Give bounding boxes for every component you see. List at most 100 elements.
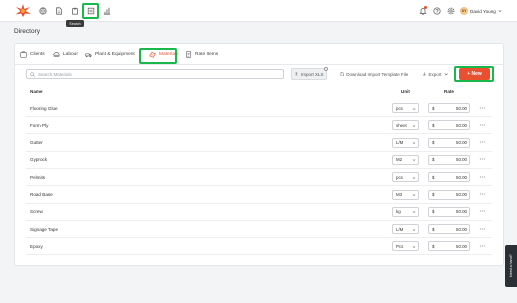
- material-name: Road Base: [30, 192, 53, 197]
- rate-value: 50.00: [456, 105, 467, 111]
- chevron-down-icon: [412, 246, 416, 248]
- chevron-down-icon: [412, 211, 416, 214]
- rate-value: 50.00: [456, 209, 467, 215]
- import-badge: [324, 67, 328, 71]
- unit-select[interactable]: sheet: [392, 120, 419, 131]
- rate-value: 50.00: [456, 122, 467, 128]
- rate-input[interactable]: $50.00: [428, 120, 470, 131]
- chevron-down-icon: [412, 194, 416, 196]
- rate-input[interactable]: $50.00: [428, 241, 470, 252]
- unit-select[interactable]: kg: [392, 206, 419, 217]
- tab-label: Plant & Equipment: [95, 51, 135, 57]
- table-row[interactable]: Signage Tape L/M $50.00 ⋯: [26, 221, 492, 239]
- unit-value: Pcs: [396, 243, 404, 249]
- rate-value: 50.00: [456, 243, 467, 249]
- column-header-rate: Rate: [444, 89, 454, 94]
- table-row[interactable]: Pelmits pcs $50.00 ⋯: [26, 169, 492, 187]
- plant-equipment-icon: [85, 52, 92, 57]
- material-name: Flooring Glue: [30, 105, 58, 111]
- tab-labour[interactable]: Labour: [49, 46, 83, 62]
- table-row[interactable]: Screw kg $50.00 ⋯: [26, 204, 492, 221]
- more-options-icon[interactable]: ⋯: [478, 241, 486, 251]
- more-options-icon[interactable]: ⋯: [478, 138, 486, 148]
- export-button[interactable]: Export: [420, 68, 450, 80]
- materials-tab-highlight: [139, 48, 177, 64]
- currency-symbol: $: [432, 140, 435, 146]
- unit-select[interactable]: L/M: [392, 224, 419, 235]
- currency-symbol: $: [432, 174, 435, 180]
- rate-input[interactable]: $50.00: [428, 172, 470, 183]
- currency-symbol: $: [432, 192, 435, 197]
- table-row[interactable]: Flooring Glue pcs $50.00 ⋯: [26, 100, 492, 117]
- more-options-icon[interactable]: ⋯: [478, 172, 486, 182]
- more-options-icon[interactable]: ⋯: [478, 224, 486, 234]
- rate-input[interactable]: $50.00: [428, 224, 470, 235]
- unit-select[interactable]: pcs: [392, 172, 419, 183]
- globe-icon[interactable]: [38, 6, 48, 16]
- more-options-icon[interactable]: ⋯: [478, 103, 486, 113]
- user-menu[interactable]: DY David Young: [460, 6, 502, 16]
- tab-plant-equipment[interactable]: Plant & Equipment: [83, 46, 139, 62]
- clipboard-icon[interactable]: [70, 6, 80, 16]
- more-options-icon[interactable]: ⋯: [478, 190, 486, 200]
- material-name: Gyprock: [30, 157, 48, 163]
- rate-input[interactable]: $50.00: [428, 189, 470, 200]
- material-name: Pelmits: [30, 174, 46, 180]
- directory-tabs: Clients Labour Plant & Equipment Materia…: [16, 46, 221, 62]
- document-icon[interactable]: [54, 6, 64, 16]
- import-label: Import XLS: [300, 71, 324, 77]
- unit-select[interactable]: Pcs: [392, 241, 419, 252]
- unit-value: L/M: [396, 226, 404, 232]
- unit-select[interactable]: pcs: [392, 103, 419, 113]
- table-row[interactable]: Epoxy Pcs $50.00 ⋯: [26, 238, 492, 256]
- search-input[interactable]: Search Materials: [26, 69, 284, 79]
- top-navigation-bar: Search DY David Young: [0, 0, 517, 27]
- table-row[interactable]: Form Ply sheet $50.00 ⋯: [26, 117, 492, 135]
- reports-icon[interactable]: [102, 6, 112, 16]
- currency-symbol: $: [432, 209, 435, 215]
- unit-value: sheet: [396, 122, 407, 128]
- table-row[interactable]: Road Base M3 $50.00 ⋯: [26, 187, 492, 204]
- material-name: Signage Tape: [30, 226, 59, 232]
- table-row[interactable]: Gutter L/M $50.00 ⋯: [26, 135, 492, 152]
- import-xls-button[interactable]: Import XLS: [291, 68, 327, 80]
- more-options-icon[interactable]: ⋯: [478, 207, 486, 217]
- gear-icon[interactable]: [446, 6, 455, 15]
- chevron-down-icon: [412, 228, 416, 231]
- rate-input[interactable]: $50.00: [428, 103, 470, 113]
- material-name: Epoxy: [30, 243, 43, 249]
- template-label: Download Import Template File: [346, 71, 409, 77]
- unit-select[interactable]: M3: [392, 189, 419, 200]
- rate-input[interactable]: $50.00: [428, 206, 470, 217]
- tab-clients[interactable]: Clients: [16, 46, 49, 62]
- more-options-icon[interactable]: ⋯: [478, 155, 486, 165]
- unit-select[interactable]: L/M: [392, 137, 419, 148]
- rate-value: 50.00: [456, 192, 467, 197]
- tab-rate-items[interactable]: Rate Items: [181, 46, 221, 62]
- currency-symbol: $: [432, 122, 435, 128]
- unit-value: kg: [396, 209, 401, 215]
- avatar: DY: [460, 7, 468, 15]
- rate-value: 50.00: [456, 140, 467, 146]
- tab-label: Clients: [30, 51, 45, 57]
- currency-symbol: $: [432, 105, 435, 111]
- more-options-icon[interactable]: ⋯: [478, 120, 486, 130]
- user-name: David Young: [470, 8, 496, 14]
- search-placeholder: Search Materials: [38, 71, 72, 77]
- rate-input[interactable]: $50.00: [428, 154, 470, 165]
- material-name: Screw: [30, 209, 43, 215]
- new-button-highlight: [454, 66, 494, 82]
- export-icon: [422, 72, 426, 77]
- chevron-down-icon: [444, 73, 448, 76]
- app-logo[interactable]: [14, 3, 32, 18]
- unit-value: M3: [396, 192, 403, 197]
- rate-input[interactable]: $50.00: [428, 137, 470, 148]
- table-row[interactable]: Gyprock M2 $50.00 ⋯: [26, 152, 492, 169]
- currency-symbol: $: [432, 243, 435, 249]
- download-template-button[interactable]: Download Import Template File: [336, 68, 412, 80]
- tabs-divider: [14, 64, 504, 65]
- rate-value: 50.00: [456, 157, 467, 163]
- help-circle-icon[interactable]: [432, 6, 441, 15]
- chevron-down-icon: [412, 142, 416, 145]
- unit-select[interactable]: M2: [392, 154, 419, 165]
